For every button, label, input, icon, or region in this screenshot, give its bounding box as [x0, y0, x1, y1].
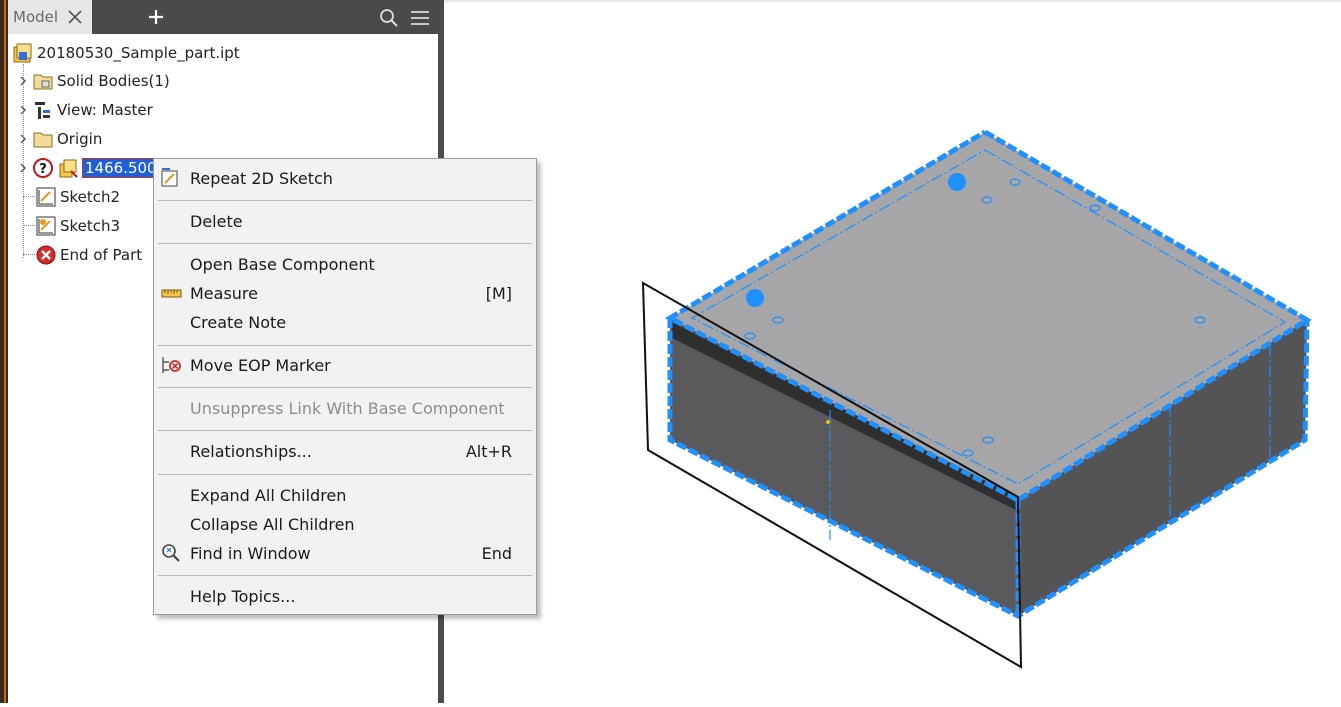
tree-guide — [23, 196, 35, 197]
menu-separator — [158, 243, 532, 244]
search-icon[interactable] — [379, 8, 399, 28]
eop-marker-icon — [162, 357, 181, 373]
tree-item-label: 1466.500 — [82, 158, 160, 178]
menu-item-label: Relationships... — [190, 442, 312, 461]
tree-item-view-master[interactable]: View: Master — [18, 97, 153, 123]
tree-item-label: Sketch2 — [60, 188, 121, 206]
folder-icon — [33, 132, 53, 148]
tree-item-origin[interactable]: Origin — [18, 126, 102, 152]
menu-item-label: Create Note — [190, 313, 287, 332]
close-icon[interactable] — [65, 7, 85, 27]
folder-icon — [33, 74, 53, 90]
measure-icon — [161, 289, 182, 298]
chevron-right-icon[interactable] — [18, 163, 28, 173]
menu-item-relationships[interactable]: Relationships... Alt+R — [154, 438, 536, 464]
tree-guide — [23, 254, 35, 255]
sketch-icon — [36, 187, 56, 207]
tree-root[interactable]: 20180530_Sample_part.ipt — [12, 40, 240, 66]
menu-item-move-eop-marker[interactable]: Move EOP Marker — [154, 352, 536, 378]
chevron-right-icon[interactable] — [18, 105, 28, 115]
menu-item-label: Unsuppress Link With Base Component — [190, 399, 505, 418]
tree-item-label: Origin — [57, 130, 103, 148]
tree-guide — [23, 225, 35, 226]
menu-item-measure[interactable]: Measure [M] — [154, 280, 536, 306]
tab-model[interactable]: Model — [8, 0, 92, 34]
window-edge — [0, 0, 8, 703]
tree-item-label: End of Part — [60, 246, 143, 264]
menu-item-shortcut: Alt+R — [465, 442, 512, 461]
menu-item-label: Expand All Children — [190, 486, 347, 505]
tree-item-sketch3[interactable]: Sketch3 — [35, 213, 120, 239]
menu-separator — [158, 345, 532, 346]
question-icon: ? — [33, 158, 53, 178]
add-tab-icon[interactable] — [146, 6, 166, 28]
tree-item-label: Sketch3 — [60, 217, 121, 235]
menu-item-unsuppress-link: Unsuppress Link With Base Component — [154, 395, 536, 421]
svg-text:?: ? — [39, 162, 47, 177]
menu-item-collapse-all-children[interactable]: Collapse All Children — [154, 511, 536, 537]
menu-separator — [158, 474, 532, 475]
tree-item-label: Solid Bodies(1) — [57, 72, 170, 90]
chevron-right-icon[interactable] — [18, 76, 28, 86]
menu-item-find-in-window[interactable]: Find in Window End — [154, 540, 536, 566]
repeat-sketch-icon — [161, 168, 178, 187]
browser-tab-bar: Model iLogic — [8, 0, 440, 34]
end-of-part-icon — [36, 245, 56, 265]
tree-item-label: View: Master — [57, 101, 153, 119]
menu-separator — [158, 430, 532, 431]
chevron-right-icon[interactable] — [18, 134, 28, 144]
find-in-window-icon — [162, 544, 180, 562]
tree-item-sketch2[interactable]: Sketch2 — [35, 184, 120, 210]
menu-item-shortcut: End — [481, 544, 512, 563]
tab-model-label: Model — [13, 8, 59, 26]
menu-item-shortcut: [M] — [485, 284, 512, 303]
context-menu: Repeat 2D Sketch Delete Open Base Compon… — [153, 158, 537, 615]
tree-root-label: 20180530_Sample_part.ipt — [37, 44, 240, 62]
menu-item-help-topics[interactable]: Help Topics... — [154, 583, 536, 609]
derived-part-icon — [59, 159, 78, 178]
menu-item-create-note[interactable]: Create Note — [154, 309, 536, 335]
graphics-viewport[interactable] — [444, 0, 1341, 703]
menu-item-delete[interactable]: Delete — [154, 208, 536, 234]
menu-item-label: Help Topics... — [190, 587, 296, 606]
menu-icon[interactable] — [410, 9, 430, 27]
menu-item-expand-all-children[interactable]: Expand All Children — [154, 482, 536, 508]
part-model-3d[interactable] — [444, 0, 1341, 703]
view-rep-icon — [35, 102, 50, 119]
tree-item-derived-component[interactable]: ? 1466.500 — [18, 155, 160, 181]
tree-item-solid-bodies[interactable]: Solid Bodies(1) — [18, 68, 170, 94]
menu-item-label: Repeat 2D Sketch — [190, 169, 333, 188]
tree-item-end-of-part[interactable]: End of Part — [35, 242, 142, 268]
menu-item-label: Collapse All Children — [190, 515, 355, 534]
menu-item-open-base-component[interactable]: Open Base Component — [154, 251, 536, 277]
menu-item-label: Delete — [190, 212, 243, 231]
menu-item-label: Measure — [190, 284, 258, 303]
menu-separator — [158, 200, 532, 201]
menu-separator — [158, 387, 532, 388]
viewport-border — [444, 0, 1341, 2]
menu-separator — [158, 575, 532, 576]
part-file-icon — [13, 43, 32, 63]
menu-item-label: Open Base Component — [190, 255, 375, 274]
menu-item-label: Move EOP Marker — [190, 356, 331, 375]
sketch-icon — [36, 216, 56, 236]
menu-item-repeat-2d-sketch[interactable]: Repeat 2D Sketch — [154, 165, 536, 191]
menu-item-label: Find in Window — [190, 544, 311, 563]
